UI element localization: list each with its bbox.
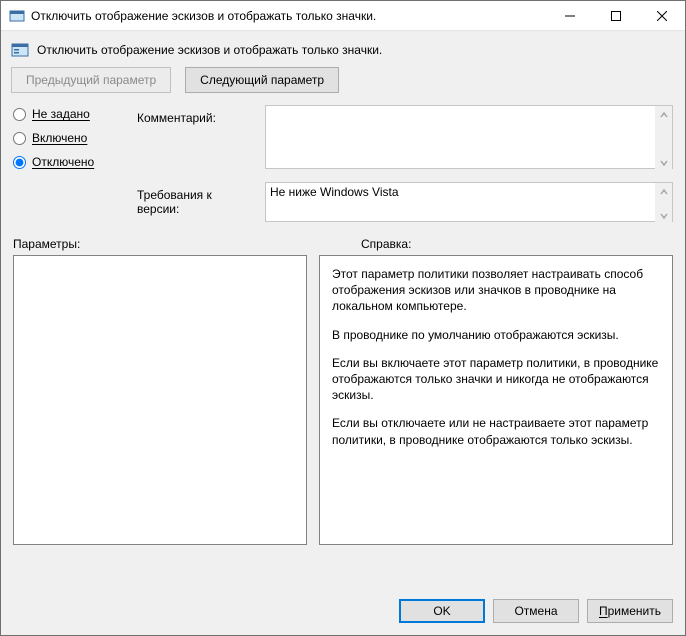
panes: Этот параметр политики позволяет настраи… bbox=[1, 255, 685, 587]
next-setting-button[interactable]: Следующий параметр bbox=[185, 67, 339, 93]
comment-wrap bbox=[265, 105, 673, 172]
radio-not-configured[interactable]: Не задано bbox=[13, 107, 129, 121]
pane-labels: Параметры: Справка: bbox=[1, 225, 685, 255]
apply-underline: П bbox=[599, 604, 608, 618]
comment-field[interactable] bbox=[265, 105, 673, 169]
client-area: Отключить отображение эскизов и отобража… bbox=[1, 31, 685, 635]
options-pane bbox=[13, 255, 307, 545]
help-p4: Если вы отключаете или не настраиваете э… bbox=[332, 415, 660, 447]
radio-not-configured-input[interactable] bbox=[13, 108, 26, 121]
minimize-button[interactable] bbox=[547, 1, 593, 30]
radio-enabled[interactable]: Включено bbox=[13, 131, 129, 145]
maximize-button[interactable] bbox=[593, 1, 639, 30]
app-icon bbox=[9, 8, 25, 24]
supported-label: Требования к версии: bbox=[137, 182, 257, 216]
comment-label: Комментарий: bbox=[137, 105, 257, 125]
state-radios: Не задано Включено Отключено bbox=[13, 105, 129, 169]
apply-button[interactable]: Применить bbox=[587, 599, 673, 623]
policy-header: Отключить отображение эскизов и отобража… bbox=[1, 31, 685, 67]
previous-setting-button[interactable]: Предыдущий параметр bbox=[11, 67, 171, 93]
help-pane: Этот параметр политики позволяет настраи… bbox=[319, 255, 673, 545]
radio-disabled-input[interactable] bbox=[13, 156, 26, 169]
dialog-footer: OK Отмена Применить bbox=[1, 587, 685, 635]
radio-enabled-label: Включено bbox=[32, 131, 87, 145]
help-p2: В проводнике по умолчанию отображаются э… bbox=[332, 327, 660, 343]
close-button[interactable] bbox=[639, 1, 685, 30]
apply-rest: рименить bbox=[608, 604, 661, 618]
nav-row: Предыдущий параметр Следующий параметр bbox=[1, 67, 685, 105]
window: Отключить отображение эскизов и отобража… bbox=[0, 0, 686, 636]
radio-disabled[interactable]: Отключено bbox=[13, 155, 129, 169]
help-p3: Если вы включаете этот параметр политики… bbox=[332, 355, 660, 404]
titlebar: Отключить отображение эскизов и отобража… bbox=[1, 1, 685, 31]
radio-disabled-label: Отключено bbox=[32, 155, 94, 169]
supported-field bbox=[265, 182, 673, 222]
settings-grid: Не задано Включено Отключено Комментарий… bbox=[1, 105, 685, 225]
supported-wrap bbox=[265, 182, 673, 225]
radio-not-configured-label: Не задано bbox=[32, 107, 90, 121]
help-p1: Этот параметр политики позволяет настраи… bbox=[332, 266, 660, 315]
policy-title: Отключить отображение эскизов и отобража… bbox=[37, 43, 382, 57]
window-buttons bbox=[547, 1, 685, 30]
options-label: Параметры: bbox=[13, 237, 361, 251]
cancel-button[interactable]: Отмена bbox=[493, 599, 579, 623]
policy-icon bbox=[11, 41, 29, 59]
radio-enabled-input[interactable] bbox=[13, 132, 26, 145]
window-title: Отключить отображение эскизов и отобража… bbox=[31, 9, 547, 23]
help-label: Справка: bbox=[361, 237, 411, 251]
ok-button[interactable]: OK bbox=[399, 599, 485, 623]
